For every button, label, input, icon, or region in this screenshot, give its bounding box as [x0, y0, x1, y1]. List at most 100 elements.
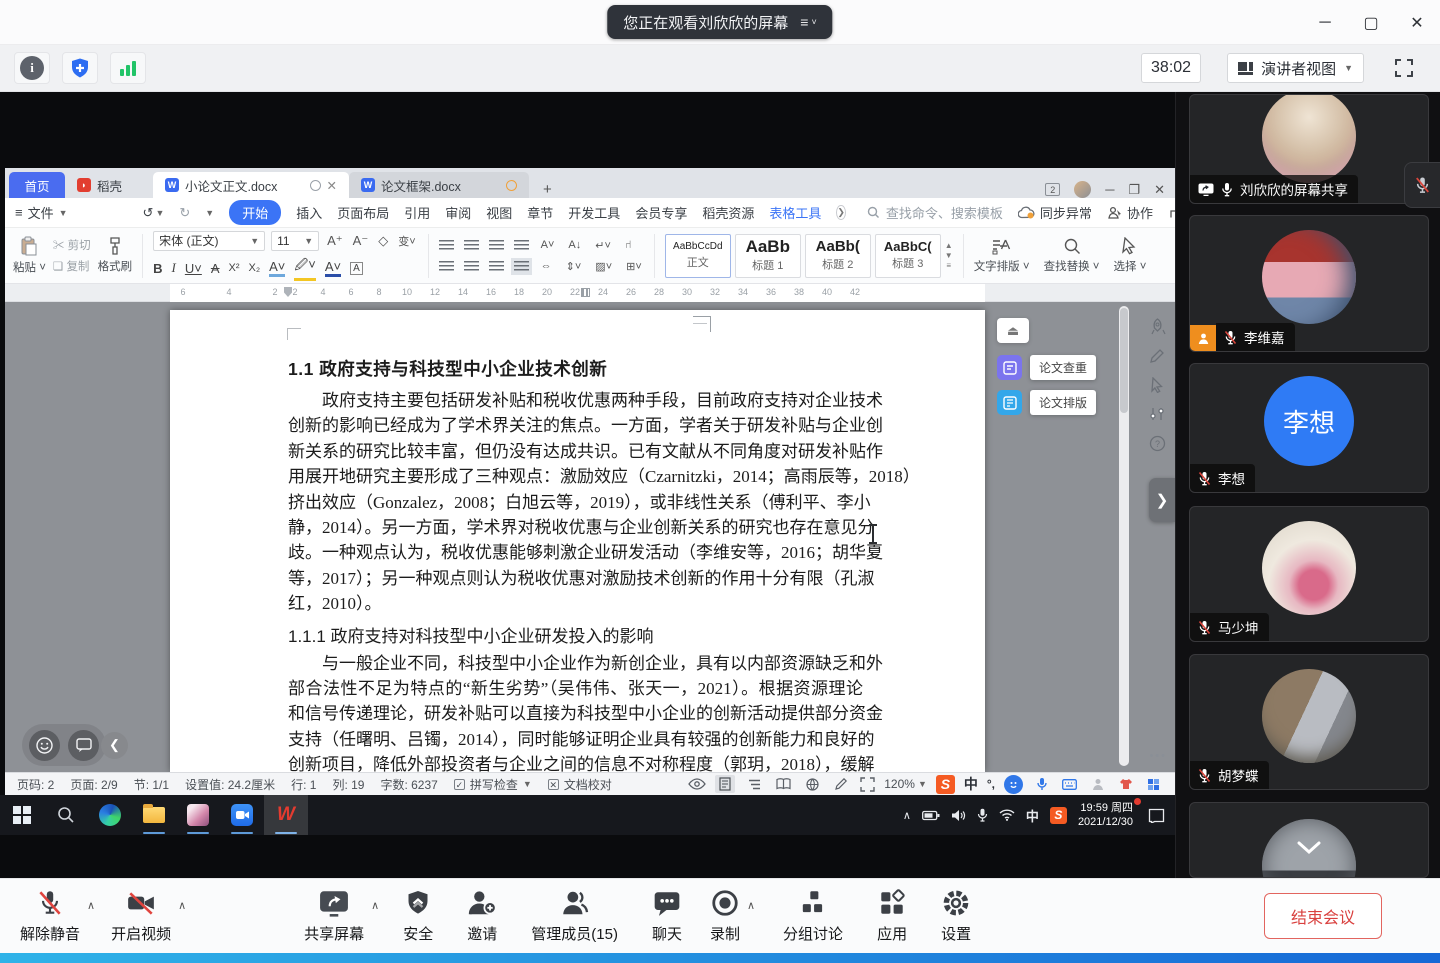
manage-members-button[interactable]: 管理成员(15): [531, 888, 618, 944]
tray-mic-icon[interactable]: [977, 808, 988, 822]
wps-close-icon[interactable]: ✕: [1154, 182, 1165, 198]
emoji-reaction-button[interactable]: [29, 730, 60, 761]
taskbar-clock[interactable]: 19:59 周四 2021/12/30: [1078, 801, 1137, 830]
numbered-list-icon[interactable]: [464, 240, 479, 251]
italic-button[interactable]: I: [172, 260, 176, 276]
text-effects-button[interactable]: A˅: [269, 259, 285, 277]
settings-button[interactable]: 设置: [941, 888, 971, 944]
horizontal-ruler[interactable]: 642 246810121416182022242628303234363840…: [5, 284, 1175, 302]
zoom-level[interactable]: 120%▼: [884, 777, 927, 791]
voice-input-icon[interactable]: [1032, 775, 1051, 794]
pen-icon[interactable]: [1149, 348, 1165, 364]
screen-watch-banner[interactable]: 您正在观看刘欣欣的屏幕 ≡˅: [607, 5, 832, 39]
font-color-button[interactable]: A˅: [325, 259, 341, 277]
char-shading-button[interactable]: A: [350, 262, 363, 275]
side-more-dots-icon[interactable]: •••: [1149, 750, 1167, 762]
tab-document-2[interactable]: W 论文框架.docx: [349, 172, 529, 198]
style-heading1[interactable]: AaBb 标题 1: [735, 234, 801, 278]
taskbar-wps-icon[interactable]: W: [264, 795, 308, 835]
tab-docer[interactable]: ◗ 稻壳: [65, 172, 153, 198]
web-view-icon[interactable]: [802, 775, 822, 793]
align-left-icon[interactable]: [439, 261, 454, 272]
emoji-icon[interactable]: [1004, 775, 1023, 794]
banner-menu-icon[interactable]: ≡˅: [800, 14, 816, 30]
collapsed-self-view-handle[interactable]: [1404, 162, 1440, 208]
doc-proof-toggle[interactable]: ✕文档校对: [548, 776, 612, 793]
bullet-list-icon[interactable]: [439, 240, 454, 251]
page-setup-icon[interactable]: ⑁: [623, 239, 634, 251]
tray-expand-icon[interactable]: ∧: [903, 809, 911, 822]
taskbar-search-button[interactable]: [44, 795, 88, 835]
collapse-panel-icon[interactable]: ⏏: [997, 318, 1029, 343]
bold-button[interactable]: B: [153, 261, 162, 276]
distribute-icon[interactable]: ⇔: [539, 260, 554, 272]
borders-icon[interactable]: ⊞˅: [624, 260, 644, 273]
shrink-font-icon[interactable]: A⁻: [351, 233, 371, 249]
view-mode-button[interactable]: 演讲者视图 ▼: [1227, 53, 1364, 83]
line-spacing-icon[interactable]: ⇕˅: [564, 260, 584, 273]
underline-button[interactable]: U˅: [185, 261, 202, 276]
paste-button[interactable]: 粘贴 ˅: [13, 236, 46, 275]
invite-button[interactable]: 邀请: [467, 888, 497, 944]
minimize-button[interactable]: ─: [1302, 0, 1348, 45]
copy-button[interactable]: ❏ 复制: [53, 258, 91, 274]
menu-table-tools[interactable]: 表格工具: [769, 203, 821, 222]
book-view-icon[interactable]: [773, 775, 793, 793]
paper-layout-button[interactable]: 论文排版: [997, 390, 1107, 415]
undo-icon[interactable]: ↺: [143, 205, 154, 221]
new-tab-button[interactable]: +: [529, 181, 566, 198]
wps-restore-icon[interactable]: ❐: [1128, 182, 1140, 198]
chevron-down-icon[interactable]: [1296, 841, 1322, 855]
speaker-icon[interactable]: [951, 809, 966, 822]
meeting-info-button[interactable]: i: [14, 52, 50, 84]
taskbar-meeting-app-icon[interactable]: [220, 795, 264, 835]
select-cursor-icon[interactable]: [1150, 377, 1165, 393]
spell-check-toggle[interactable]: ✓拼写检查▼: [454, 776, 532, 793]
command-search[interactable]: 查找命令、搜索模板: [867, 203, 1003, 222]
scrollbar-thumb[interactable]: [1120, 308, 1128, 413]
superscript-button[interactable]: X²: [229, 262, 240, 274]
tray-ime-indicator[interactable]: 中: [1026, 806, 1039, 825]
strike-button[interactable]: A: [211, 261, 220, 276]
notification-center-icon[interactable]: [1148, 808, 1165, 823]
taskbar-photo-app-icon[interactable]: [176, 795, 220, 835]
document-page[interactable]: 1.1 政府支持与科技型中小企业技术创新 政府支持主要包括研发补贴和税收优惠两种…: [170, 310, 985, 772]
font-name-select[interactable]: 宋体 (正文)▼: [153, 231, 265, 251]
menu-home[interactable]: 开始: [229, 200, 281, 225]
collaborate-button[interactable]: 协作: [1108, 203, 1153, 222]
text-layout-button[interactable]: 文字排版 ˅: [974, 238, 1030, 274]
unmute-button[interactable]: 解除静音: [20, 888, 80, 944]
edit-pen-icon[interactable]: [831, 775, 851, 793]
shading-icon[interactable]: ▨˅: [593, 260, 614, 273]
paper-check-button[interactable]: 论文查重: [997, 355, 1107, 380]
style-heading2[interactable]: AaBb( 标题 2: [805, 234, 871, 278]
fullscreen-icon[interactable]: [1394, 58, 1414, 78]
share-screen-button[interactable]: 共享屏幕: [304, 888, 364, 944]
file-menu[interactable]: ≡文件▼: [15, 203, 68, 222]
chat-button[interactable]: 聊天: [652, 888, 682, 944]
clear-format-icon[interactable]: ◇: [376, 233, 390, 249]
apps-button[interactable]: 应用: [877, 888, 907, 944]
participant-tile-sharer[interactable]: 刘欣欣的屏幕共享: [1189, 94, 1429, 204]
styles-up-icon[interactable]: ▲: [945, 241, 953, 250]
quick-chat-button[interactable]: [68, 730, 99, 761]
mic-options-chevron[interactable]: ∧: [87, 899, 95, 912]
page-view-icon[interactable]: [715, 775, 735, 793]
style-normal[interactable]: AaBbCcDd 正文: [665, 234, 731, 278]
participant-tile-partial[interactable]: [1189, 802, 1429, 878]
start-video-button[interactable]: 开启视频: [111, 888, 171, 944]
security-button[interactable]: 安全: [403, 888, 433, 944]
sogou-tools-grid-icon[interactable]: [1144, 775, 1163, 794]
wps-minimize-icon[interactable]: ─: [1105, 182, 1114, 197]
vertical-scrollbar[interactable]: [1119, 306, 1129, 766]
maximize-button[interactable]: ▢: [1348, 0, 1394, 45]
align-right-icon[interactable]: [489, 261, 504, 272]
table-column-marker[interactable]: [581, 288, 590, 297]
tab-document-active[interactable]: W 小论文正文.docx ✕: [153, 172, 349, 198]
sync-status[interactable]: 同步异常: [1018, 203, 1092, 222]
network-quality-button[interactable]: [110, 52, 146, 84]
justify-icon[interactable]: [514, 261, 529, 272]
close-button[interactable]: ✕: [1394, 0, 1440, 45]
select-button[interactable]: 选择 ˅: [1114, 237, 1147, 274]
tab-home[interactable]: 首页: [9, 172, 65, 198]
